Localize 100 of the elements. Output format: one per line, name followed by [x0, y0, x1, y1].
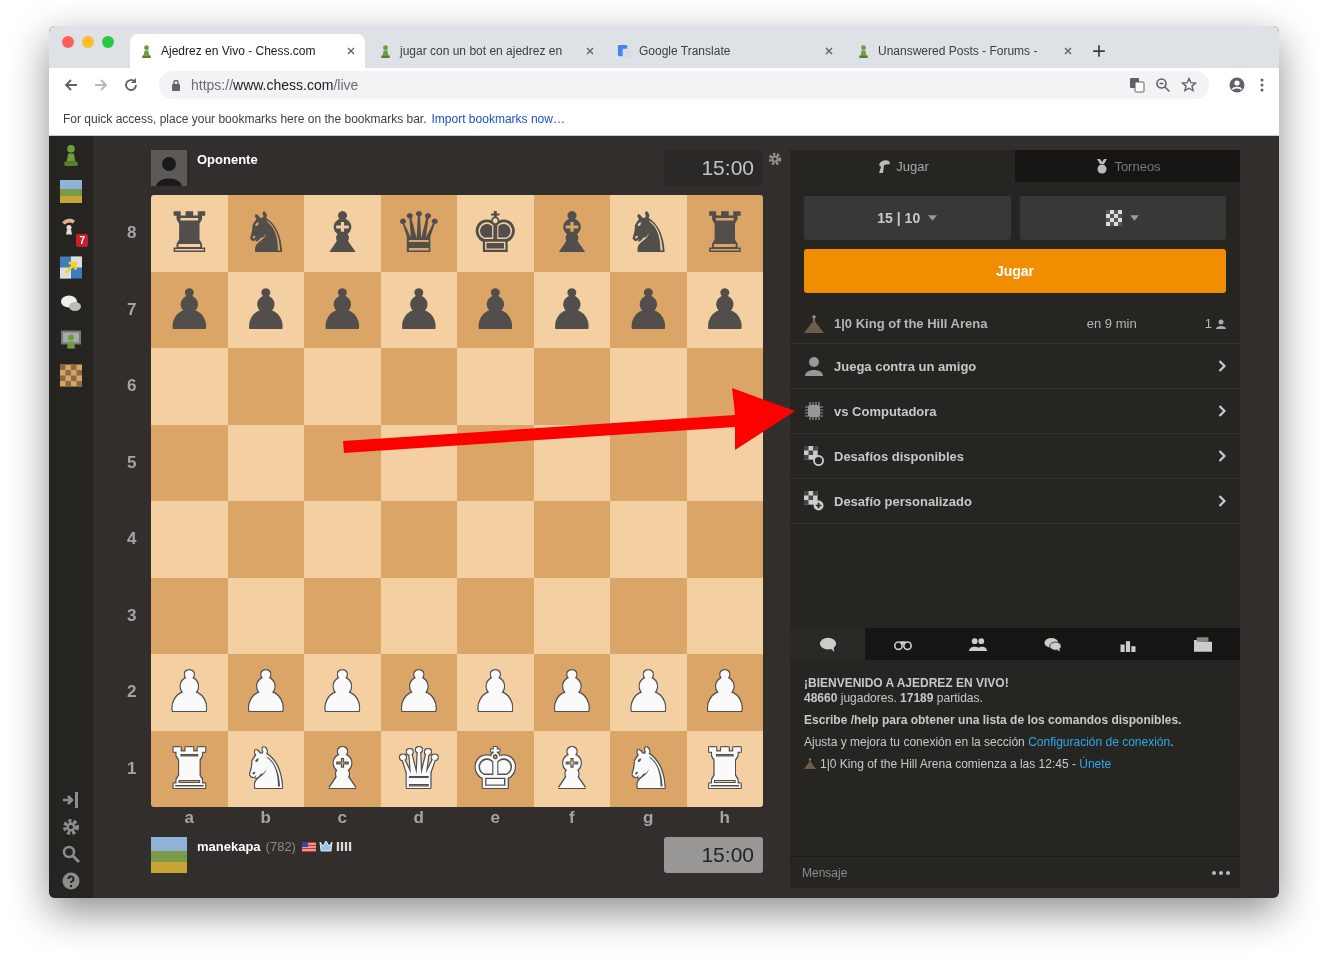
chess-piece[interactable]: ♟: [470, 271, 521, 348]
chess-piece[interactable]: ♝: [317, 730, 368, 807]
speech-bubble-icon: [818, 636, 837, 652]
board-square[interactable]: [686, 577, 763, 654]
board-square[interactable]: ♜: [686, 195, 763, 272]
chess-piece[interactable]: ♟: [317, 271, 368, 348]
game-type-dropdown[interactable]: [1019, 196, 1226, 240]
zoom-icon[interactable]: [1155, 77, 1171, 93]
board-square[interactable]: ♟: [457, 271, 534, 348]
board-square[interactable]: ♟: [227, 654, 304, 731]
chess-piece[interactable]: ♟: [699, 271, 750, 348]
reload-icon[interactable]: [123, 77, 139, 93]
chat-tab[interactable]: [865, 628, 940, 660]
star-icon[interactable]: [1181, 77, 1197, 93]
message-input[interactable]: Mensaje: [800, 864, 1212, 881]
board-square[interactable]: ♚: [457, 195, 534, 272]
chess-piece[interactable]: ♟: [164, 271, 215, 348]
settings-icon[interactable]: [62, 818, 80, 836]
chat-tab[interactable]: [790, 628, 865, 660]
lock-icon: [171, 79, 181, 91]
board-square[interactable]: ♜: [151, 730, 228, 807]
board-square[interactable]: [610, 348, 687, 425]
panel-tab[interactable]: Torneos: [1015, 150, 1240, 182]
board-square[interactable]: ♟: [533, 271, 610, 348]
chess-piece[interactable]: ♝: [317, 195, 368, 272]
new-tab-icon[interactable]: [1092, 44, 1106, 58]
help-icon[interactable]: [62, 872, 80, 890]
board-square[interactable]: [227, 577, 304, 654]
play-button[interactable]: Jugar: [804, 249, 1226, 293]
chess-piece[interactable]: ♜: [699, 195, 750, 272]
address-bar[interactable]: https://www.chess.com/live: [159, 71, 1209, 99]
board-square[interactable]: ♟: [380, 271, 457, 348]
chess-piece[interactable]: ♚: [470, 730, 521, 807]
chess-piece[interactable]: ♟: [699, 654, 750, 731]
board-square[interactable]: ♟: [686, 271, 763, 348]
chess-piece[interactable]: ♚: [470, 195, 521, 272]
tournament-row[interactable]: 1|0 King of the Hill Arena en 9 min 1: [790, 304, 1240, 344]
chess-piece[interactable]: ♛: [393, 195, 444, 272]
chess-piece[interactable]: ♟: [623, 271, 674, 348]
profile-icon[interactable]: [1229, 77, 1245, 93]
chess-piece[interactable]: ♟: [240, 271, 291, 348]
logout-icon[interactable]: [62, 791, 80, 809]
board-square[interactable]: ♟: [610, 271, 687, 348]
play-option[interactable]: Desafíos disponibles: [790, 434, 1240, 479]
search-icon[interactable]: [62, 845, 80, 863]
board-square[interactable]: ♞: [610, 195, 687, 272]
browser-tab[interactable]: Ajedrez en Vivo - Chess.com: [130, 34, 365, 68]
chess-piece[interactable]: ♟: [546, 271, 597, 348]
board-square[interactable]: ♟: [304, 271, 381, 348]
chess-piece[interactable]: ♟: [240, 654, 291, 731]
board-square[interactable]: ♞: [610, 730, 687, 807]
board-square[interactable]: [380, 577, 457, 654]
board-square[interactable]: ♜: [151, 195, 228, 272]
close-tab-icon[interactable]: [346, 46, 356, 56]
board-square[interactable]: ♝: [304, 730, 381, 807]
time-control-dropdown[interactable]: 15 | 10: [804, 196, 1011, 240]
board-square[interactable]: ♚: [457, 730, 534, 807]
back-icon[interactable]: [63, 77, 79, 93]
chess-piece[interactable]: ♝: [546, 195, 597, 272]
board-square[interactable]: ♟: [227, 271, 304, 348]
join-link[interactable]: Únete: [1079, 757, 1112, 771]
menu-icon[interactable]: [1259, 77, 1265, 93]
chess-piece[interactable]: ♟: [393, 271, 444, 348]
board-square[interactable]: ♟: [151, 271, 228, 348]
import-bookmarks-link[interactable]: Import bookmarks now…: [431, 111, 565, 126]
board-square[interactable]: ♟: [533, 654, 610, 731]
chess-piece[interactable]: ♞: [623, 195, 674, 272]
board-square[interactable]: ♝: [304, 195, 381, 272]
close-tab-icon[interactable]: [824, 46, 834, 56]
close-tab-icon[interactable]: [585, 46, 595, 56]
board-square[interactable]: [304, 424, 381, 501]
chess-piece[interactable]: ♜: [164, 730, 215, 807]
settings-icon[interactable]: [768, 152, 782, 166]
chess-piece[interactable]: ♞: [623, 730, 674, 807]
board-square[interactable]: [533, 577, 610, 654]
board-square[interactable]: ♞: [227, 195, 304, 272]
chess-piece[interactable]: ♟: [393, 654, 444, 731]
play-option[interactable]: Desafío personalizado: [790, 479, 1240, 524]
bookmarks-hint: For quick access, place your bookmarks here on the bookmarks bar.: [63, 111, 427, 126]
chessboard-icon[interactable]: [60, 364, 82, 387]
play-option[interactable]: vs Computadora: [790, 389, 1240, 434]
chess-piece[interactable]: ♜: [164, 195, 215, 272]
board-square[interactable]: ♝: [533, 195, 610, 272]
chess-piece[interactable]: ♞: [240, 195, 291, 272]
avatar-thumbnail[interactable]: [60, 180, 82, 203]
minimize-window-button[interactable]: [82, 36, 94, 48]
chess-piece[interactable]: ♟: [546, 654, 597, 731]
board-square[interactable]: ♟: [380, 654, 457, 731]
close-tab-icon[interactable]: [1063, 46, 1073, 56]
more-icon[interactable]: [1212, 870, 1230, 875]
close-window-button[interactable]: [62, 36, 74, 48]
translate-icon[interactable]: [1129, 77, 1145, 93]
board-square[interactable]: ♟: [686, 654, 763, 731]
board-square[interactable]: [227, 424, 304, 501]
forward-icon[interactable]: [93, 77, 109, 93]
board-square[interactable]: ♛: [380, 195, 457, 272]
zoom-window-button[interactable]: [102, 36, 114, 48]
monitor-pawn-icon[interactable]: [60, 328, 82, 351]
play-option[interactable]: Juega contra un amigo: [790, 344, 1240, 389]
chat-tab[interactable]: [1165, 628, 1240, 660]
